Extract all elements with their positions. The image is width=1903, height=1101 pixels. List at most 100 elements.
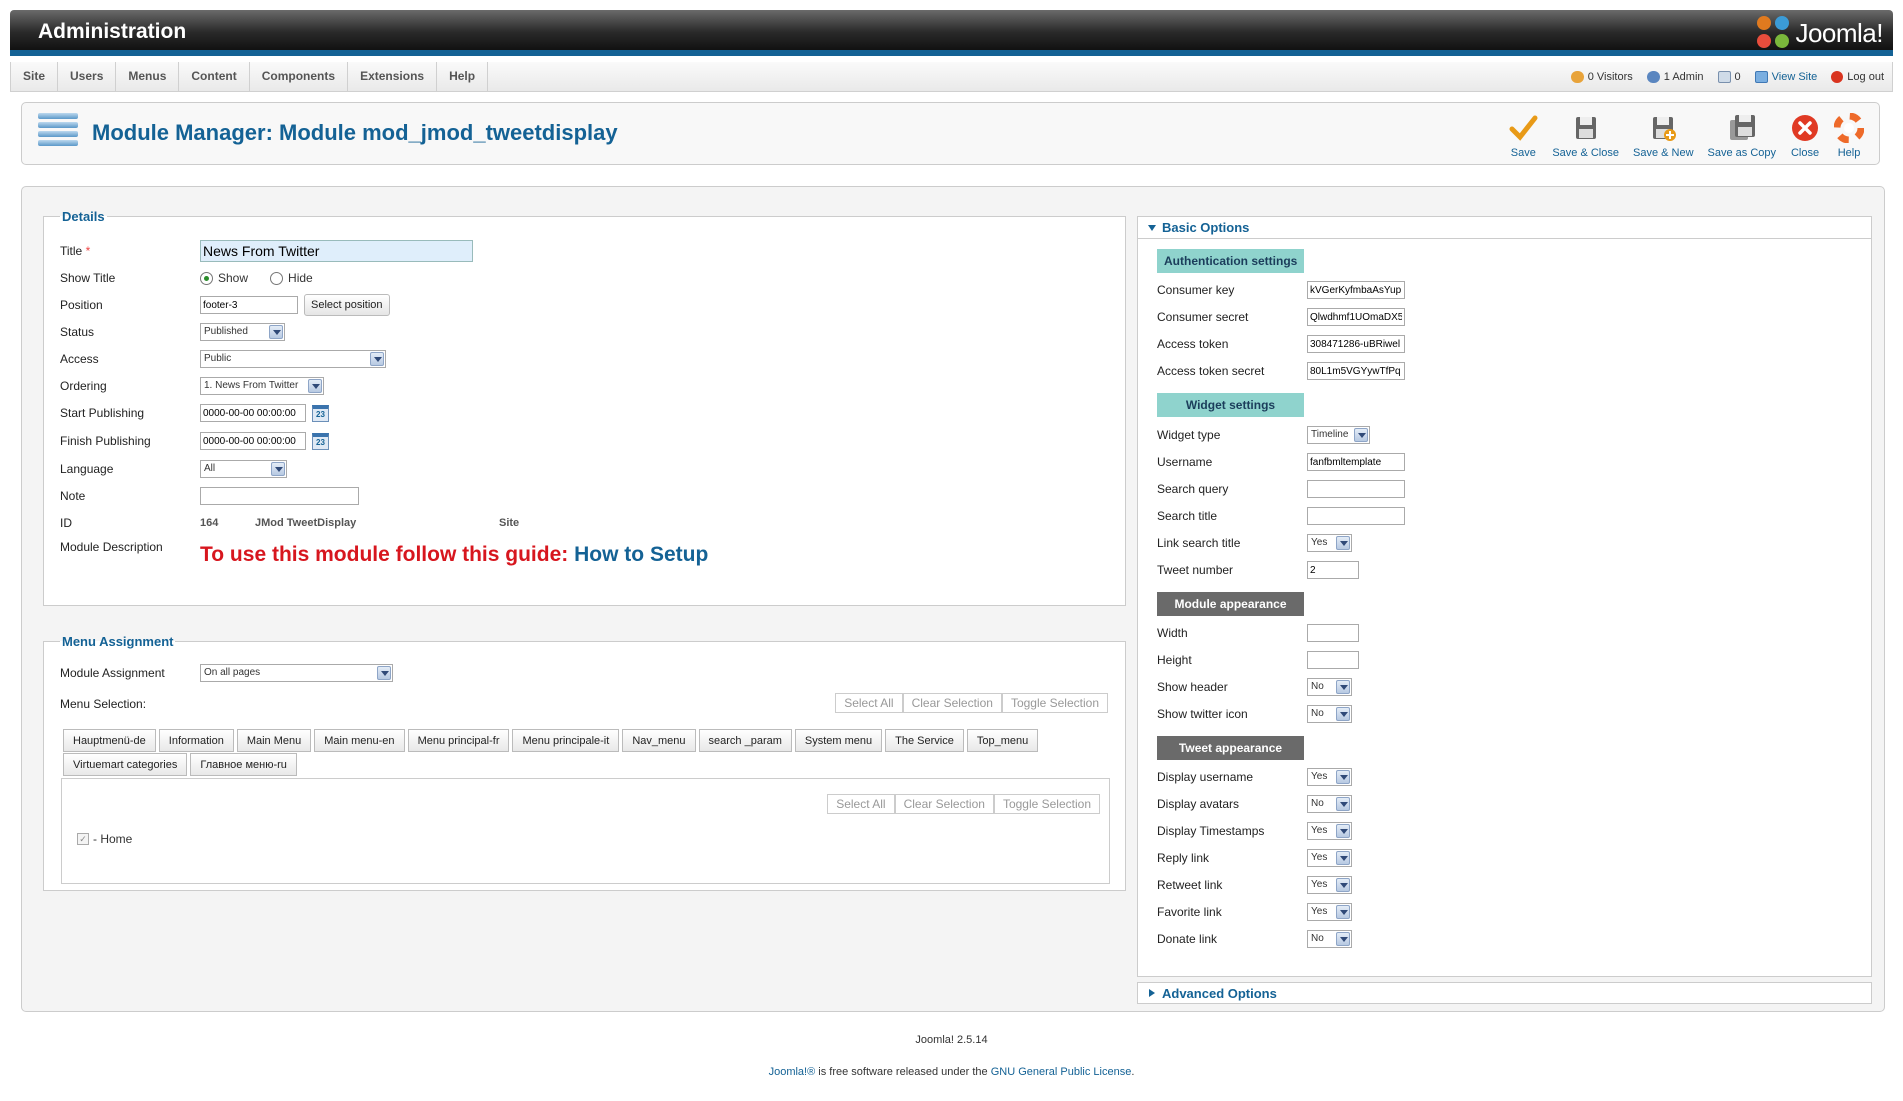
- menu-tab[interactable]: Main menu-en: [314, 729, 405, 752]
- menu-tab[interactable]: Menu principale-it: [512, 729, 620, 752]
- save-new-button[interactable]: Save & New: [1626, 111, 1701, 159]
- menu-tab[interactable]: Главное меню-ru: [190, 753, 297, 776]
- select-position-button[interactable]: Select position: [304, 294, 390, 316]
- menu-tab[interactable]: The Service: [885, 729, 964, 752]
- main-menu-bar: Site Users Menus Content Components Exte…: [10, 62, 1893, 92]
- note-input[interactable]: [200, 487, 359, 505]
- show-title-show-radio[interactable]: [200, 271, 213, 285]
- menu-content[interactable]: Content: [179, 62, 250, 91]
- save-copy-button[interactable]: Save as Copy: [1701, 111, 1783, 159]
- ordering-select[interactable]: 1. News From Twitter: [200, 377, 324, 395]
- chevron-down-icon: [1354, 428, 1368, 442]
- search-title-input[interactable]: [1307, 507, 1405, 525]
- menu-tab[interactable]: Main Menu: [236, 729, 312, 752]
- save-close-button[interactable]: Save & Close: [1545, 111, 1626, 159]
- menu-tab[interactable]: Hauptmenü-de: [63, 729, 156, 752]
- clear-selection-button[interactable]: Clear Selection: [902, 693, 1002, 713]
- height-input[interactable]: [1307, 651, 1359, 669]
- select-all-button[interactable]: Select All: [835, 693, 903, 713]
- select-all-button[interactable]: Select All: [827, 794, 895, 814]
- status-select[interactable]: Published: [200, 323, 285, 341]
- view-site-link[interactable]: View Site: [1754, 70, 1818, 83]
- menu-tab[interactable]: Top_menu: [966, 729, 1039, 752]
- search-title-row: Search title: [1157, 505, 1405, 527]
- calendar-icon[interactable]: 23: [312, 432, 329, 450]
- access-token-label: Access token: [1157, 337, 1229, 351]
- search-query-input[interactable]: [1307, 480, 1405, 498]
- module-assignment-select[interactable]: On all pages: [200, 664, 393, 682]
- menu-menus[interactable]: Menus: [116, 62, 180, 91]
- username-input[interactable]: [1307, 453, 1405, 471]
- display-avatars-select[interactable]: No: [1307, 795, 1352, 813]
- logout-link[interactable]: Log out: [1831, 70, 1884, 83]
- joomla-logo[interactable]: Joomla!: [1757, 16, 1883, 50]
- widget-type-select[interactable]: Timeline: [1307, 426, 1370, 444]
- display-timestamps-select[interactable]: Yes: [1307, 822, 1352, 840]
- reply-link-select[interactable]: Yes: [1307, 849, 1352, 867]
- menu-extensions[interactable]: Extensions: [348, 62, 438, 91]
- how-to-setup-link[interactable]: How to Setup: [574, 543, 708, 566]
- menu-tab[interactable]: System menu: [794, 729, 883, 752]
- consumer-key-input[interactable]: [1307, 281, 1405, 299]
- status-row: Status Published: [60, 321, 285, 343]
- gnu-license-link[interactable]: GNU General Public License: [991, 1066, 1132, 1078]
- finish-publishing-input[interactable]: [200, 432, 306, 450]
- width-input[interactable]: [1307, 624, 1359, 642]
- toggle-selection-button[interactable]: Toggle Selection: [1001, 693, 1108, 713]
- title-input[interactable]: [200, 240, 473, 262]
- module-appearance-header: Module appearance: [1157, 592, 1304, 616]
- position-input[interactable]: [200, 296, 298, 314]
- link-search-title-select[interactable]: Yes: [1307, 534, 1352, 552]
- advanced-options-panel: Advanced Options: [1137, 982, 1872, 1004]
- menu-tab[interactable]: Menu principal-fr: [407, 729, 510, 752]
- menu-components[interactable]: Components: [250, 62, 349, 91]
- joomla-link[interactable]: Joomla!®: [769, 1066, 816, 1078]
- link-search-title-label: Link search title: [1157, 536, 1241, 550]
- chevron-down-icon: [308, 379, 322, 393]
- chevron-down-icon: [1336, 851, 1350, 865]
- language-select[interactable]: All: [200, 460, 287, 478]
- menu-help[interactable]: Help: [437, 62, 489, 91]
- menu-tab[interactable]: search _param: [698, 729, 792, 752]
- menu-site[interactable]: Site: [11, 62, 59, 91]
- show-title-hide-radio[interactable]: [270, 271, 284, 285]
- triangle-right-icon: [1149, 989, 1155, 997]
- show-twitter-icon-select[interactable]: No: [1307, 705, 1352, 723]
- toggle-selection-button[interactable]: Toggle Selection: [993, 794, 1100, 814]
- access-token-input[interactable]: [1307, 335, 1405, 353]
- consumer-secret-input[interactable]: [1307, 308, 1405, 326]
- id-label: ID: [60, 516, 72, 530]
- save-button[interactable]: Save: [1501, 111, 1545, 159]
- menu-tab[interactable]: Information: [158, 729, 234, 752]
- close-button[interactable]: Close: [1783, 111, 1827, 159]
- joomla-logo-text: Joomla!: [1795, 17, 1883, 48]
- advanced-options-toggle[interactable]: Advanced Options: [1138, 983, 1871, 1005]
- search-query-row: Search query: [1157, 478, 1405, 500]
- access-token-secret-row: Access token secret: [1157, 360, 1405, 382]
- home-checkbox[interactable]: ✓: [77, 833, 89, 845]
- display-username-select[interactable]: Yes: [1307, 768, 1352, 786]
- show-header-select[interactable]: No: [1307, 678, 1352, 696]
- tweet-number-input[interactable]: [1307, 561, 1359, 579]
- help-button[interactable]: Help: [1827, 111, 1871, 159]
- chevron-down-icon: [377, 666, 391, 680]
- access-label: Access: [60, 352, 99, 366]
- retweet-link-select[interactable]: Yes: [1307, 876, 1352, 894]
- menu-tab[interactable]: Nav_menu: [622, 729, 696, 752]
- title-row: Title *: [60, 240, 473, 262]
- favorite-link-select[interactable]: Yes: [1307, 903, 1352, 921]
- access-select[interactable]: Public: [200, 350, 386, 368]
- start-publishing-input[interactable]: [200, 404, 306, 422]
- height-row: Height: [1157, 649, 1359, 671]
- messages-status[interactable]: 0: [1717, 70, 1741, 83]
- calendar-icon[interactable]: 23: [312, 404, 329, 422]
- menu-tab[interactable]: Virtuemart categories: [63, 753, 188, 776]
- basic-options-toggle[interactable]: Basic Options: [1138, 217, 1871, 239]
- menu-users[interactable]: Users: [58, 62, 117, 91]
- chevron-down-icon: [1336, 707, 1350, 721]
- access-token-secret-input[interactable]: [1307, 362, 1405, 380]
- checkmark-icon: [1508, 113, 1538, 143]
- clear-selection-button[interactable]: Clear Selection: [894, 794, 994, 814]
- view-site-label: View Site: [1771, 70, 1818, 83]
- donate-link-select[interactable]: No: [1307, 930, 1352, 948]
